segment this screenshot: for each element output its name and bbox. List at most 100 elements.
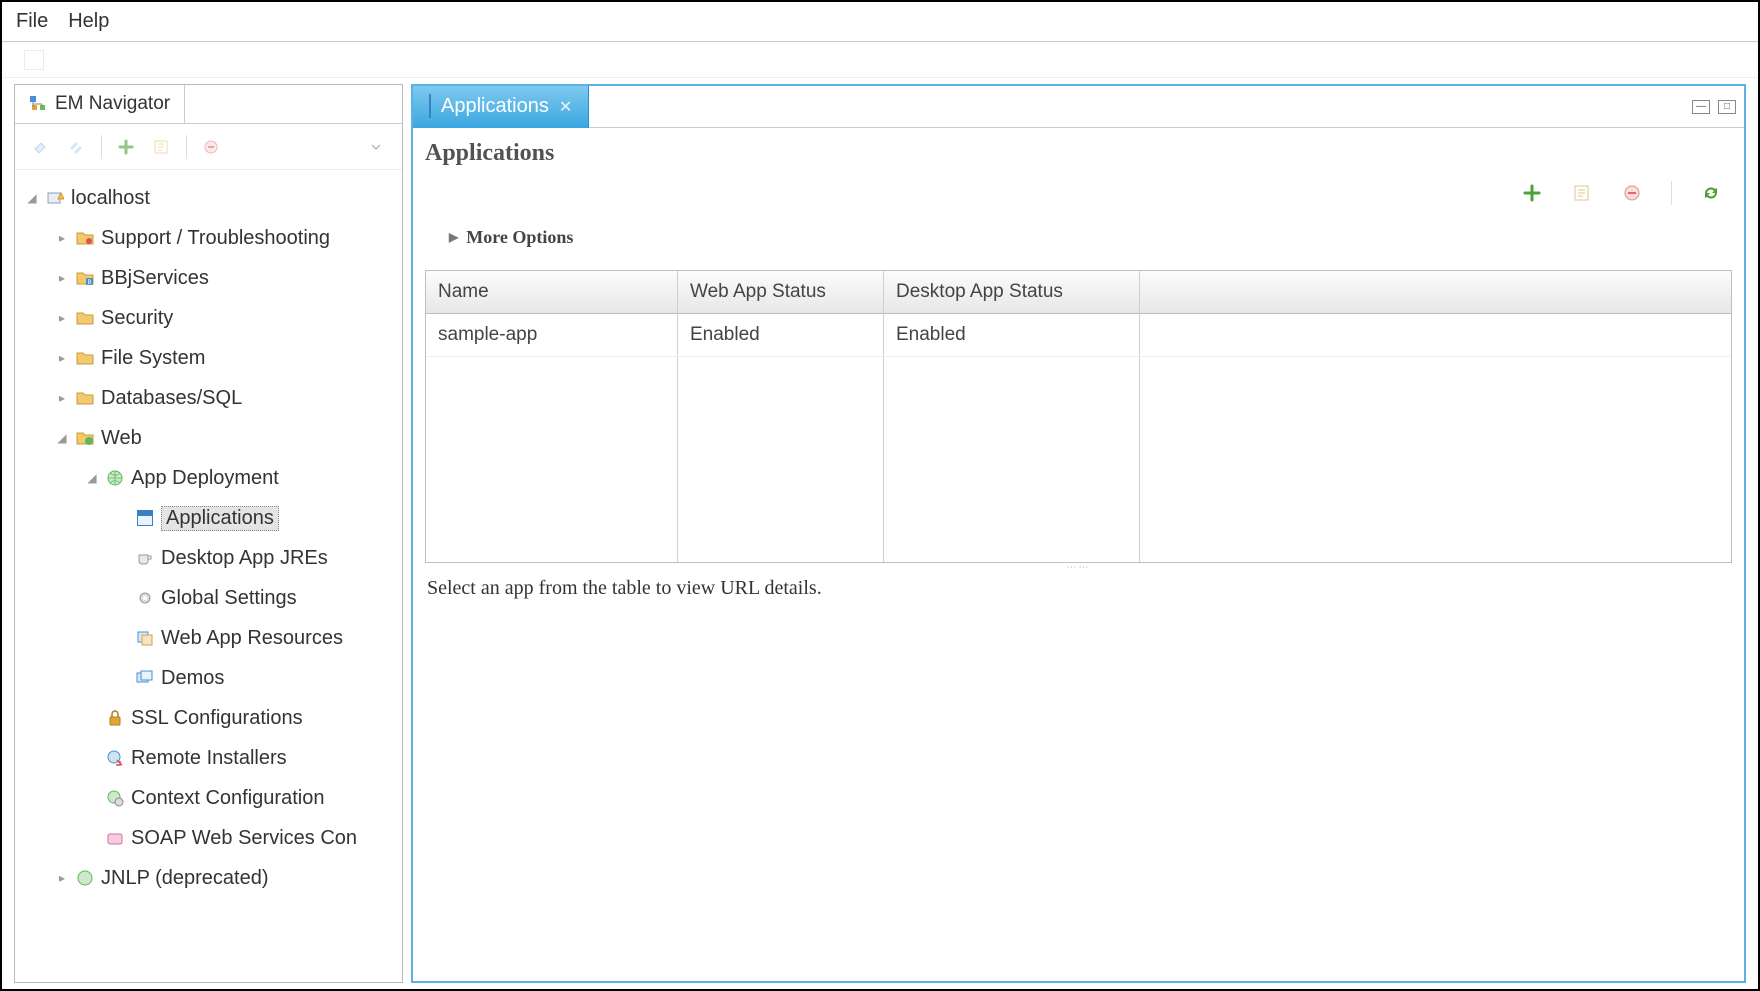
tree-label: Security bbox=[101, 307, 173, 330]
tree-node-web[interactable]: ◢ Web bbox=[19, 418, 398, 458]
tree-label: Web bbox=[101, 427, 142, 450]
cell-spacer bbox=[1140, 314, 1731, 356]
cup-icon bbox=[135, 548, 155, 568]
cell-deskstatus: Enabled bbox=[884, 314, 1140, 356]
tab-bar: Applications ✕ — □ bbox=[413, 86, 1744, 128]
connect-icon[interactable] bbox=[29, 135, 53, 159]
server-warning-icon bbox=[45, 188, 65, 208]
splitter-grip[interactable]: ⋯⋯ bbox=[421, 563, 1736, 571]
add-button[interactable] bbox=[1521, 182, 1543, 204]
navigator-title: EM Navigator bbox=[55, 93, 170, 115]
table-body[interactable]: sample-app Enabled Enabled bbox=[426, 314, 1731, 562]
divider bbox=[1671, 181, 1672, 205]
main-panel: Applications ✕ — □ Applications ▶ More O… bbox=[411, 84, 1746, 983]
tree-node-databases[interactable]: ▸ Databases/SQL bbox=[19, 378, 398, 418]
tab-applications[interactable]: Applications ✕ bbox=[413, 86, 589, 128]
column-webstatus[interactable]: Web App Status bbox=[678, 271, 884, 313]
tree-label: SOAP Web Services Con bbox=[131, 827, 357, 850]
menu-chevron-icon[interactable] bbox=[364, 135, 388, 159]
app-window-icon bbox=[429, 95, 431, 118]
column-spacer bbox=[1140, 271, 1731, 313]
column-name[interactable]: Name bbox=[426, 271, 678, 313]
soap-icon bbox=[105, 828, 125, 848]
tree-label: SSL Configurations bbox=[131, 707, 303, 730]
collapse-icon[interactable]: ◢ bbox=[85, 471, 99, 485]
detail-hint: Select an app from the table to view URL… bbox=[421, 571, 1736, 606]
expand-icon[interactable]: ▸ bbox=[55, 871, 69, 885]
divider bbox=[186, 135, 187, 159]
tree-label: Databases/SQL bbox=[101, 387, 242, 410]
collapse-icon[interactable]: ◢ bbox=[55, 431, 69, 445]
tree-node-jres[interactable]: Desktop App JREs bbox=[19, 538, 398, 578]
tree-label: Support / Troubleshooting bbox=[101, 227, 330, 250]
globe-icon bbox=[75, 868, 95, 888]
tab-label: Applications bbox=[441, 95, 549, 118]
tree-node-context[interactable]: Context Configuration bbox=[19, 778, 398, 818]
expand-icon[interactable]: ▸ bbox=[55, 351, 69, 365]
navigator-tab[interactable]: EM Navigator bbox=[15, 85, 185, 123]
tree-node-soap[interactable]: SOAP Web Services Con bbox=[19, 818, 398, 858]
tree-node-security[interactable]: ▸ Security bbox=[19, 298, 398, 338]
remove-button[interactable] bbox=[1621, 182, 1643, 204]
refresh-button[interactable] bbox=[1700, 182, 1722, 204]
folder-b-icon: B bbox=[75, 268, 95, 288]
tree-label: Demos bbox=[161, 667, 224, 690]
more-options-toggle[interactable]: ▶ More Options bbox=[421, 219, 1736, 264]
tree-node-demos[interactable]: Demos bbox=[19, 658, 398, 698]
tree-label: localhost bbox=[71, 187, 150, 210]
tree-node-webresources[interactable]: Web App Resources bbox=[19, 618, 398, 658]
maximize-icon[interactable]: □ bbox=[1718, 100, 1736, 114]
main-toolbar bbox=[2, 42, 1758, 78]
tree-label: Applications bbox=[161, 506, 279, 531]
tab-bar-controls: — □ bbox=[1692, 100, 1744, 114]
menu-help[interactable]: Help bbox=[68, 10, 109, 33]
content-area: EM Navigator ◢ localhost ▸ Support / T bbox=[2, 78, 1758, 989]
tree-label: App Deployment bbox=[131, 467, 279, 490]
expand-icon[interactable]: ▸ bbox=[55, 271, 69, 285]
expand-icon[interactable]: ◢ bbox=[25, 191, 39, 205]
expand-icon[interactable]: ▸ bbox=[55, 311, 69, 325]
tree-label: Web App Resources bbox=[161, 627, 343, 650]
svg-text:B: B bbox=[87, 280, 91, 286]
expand-icon[interactable]: ▸ bbox=[55, 391, 69, 405]
tree-label: BBjServices bbox=[101, 267, 209, 290]
globe-arrow-icon bbox=[105, 748, 125, 768]
tree-node-bbj[interactable]: ▸ B BBjServices bbox=[19, 258, 398, 298]
tree-node-jnlp[interactable]: ▸ JNLP (deprecated) bbox=[19, 858, 398, 898]
windows-icon bbox=[135, 668, 155, 688]
more-options-label: More Options bbox=[466, 227, 573, 248]
tree-node-remote[interactable]: Remote Installers bbox=[19, 738, 398, 778]
minimize-icon[interactable]: — bbox=[1692, 100, 1710, 114]
table-empty-area bbox=[426, 357, 1731, 562]
menu-file[interactable]: File bbox=[16, 10, 48, 33]
applications-page: Applications ▶ More Options Name Web App… bbox=[413, 128, 1744, 981]
tree-node-filesystem[interactable]: ▸ File System bbox=[19, 338, 398, 378]
edit-button[interactable] bbox=[1571, 182, 1593, 204]
globe-icon bbox=[105, 468, 125, 488]
navigator-filter-area bbox=[185, 85, 402, 123]
tree-node-localhost[interactable]: ◢ localhost bbox=[19, 178, 398, 218]
close-icon[interactable]: ✕ bbox=[559, 97, 572, 117]
cell-name: sample-app bbox=[426, 314, 678, 356]
chevron-right-icon: ▶ bbox=[449, 230, 458, 245]
tree-label: JNLP (deprecated) bbox=[101, 867, 269, 890]
expand-icon[interactable]: ▸ bbox=[55, 231, 69, 245]
tree-label: Global Settings bbox=[161, 587, 297, 610]
edit-icon[interactable] bbox=[150, 135, 174, 159]
table-row[interactable]: sample-app Enabled Enabled bbox=[426, 314, 1731, 357]
column-deskstatus[interactable]: Desktop App Status bbox=[884, 271, 1140, 313]
tree-node-support[interactable]: ▸ Support / Troubleshooting bbox=[19, 218, 398, 258]
page-action-bar bbox=[421, 177, 1736, 219]
navigator-tree[interactable]: ◢ localhost ▸ Support / Troubleshooting … bbox=[15, 170, 402, 982]
remove-icon[interactable] bbox=[199, 135, 223, 159]
page-title: Applications bbox=[421, 138, 1736, 177]
lock-icon bbox=[105, 708, 125, 728]
add-icon[interactable] bbox=[114, 135, 138, 159]
tree-node-applications[interactable]: Applications bbox=[19, 498, 398, 538]
tree-node-globalsettings[interactable]: Global Settings bbox=[19, 578, 398, 618]
disconnect-icon[interactable] bbox=[65, 135, 89, 159]
tree-node-appdeployment[interactable]: ◢ App Deployment bbox=[19, 458, 398, 498]
tree-node-ssl[interactable]: SSL Configurations bbox=[19, 698, 398, 738]
toolbar-placeholder-icon bbox=[24, 50, 44, 70]
folder-gear-icon bbox=[75, 228, 95, 248]
